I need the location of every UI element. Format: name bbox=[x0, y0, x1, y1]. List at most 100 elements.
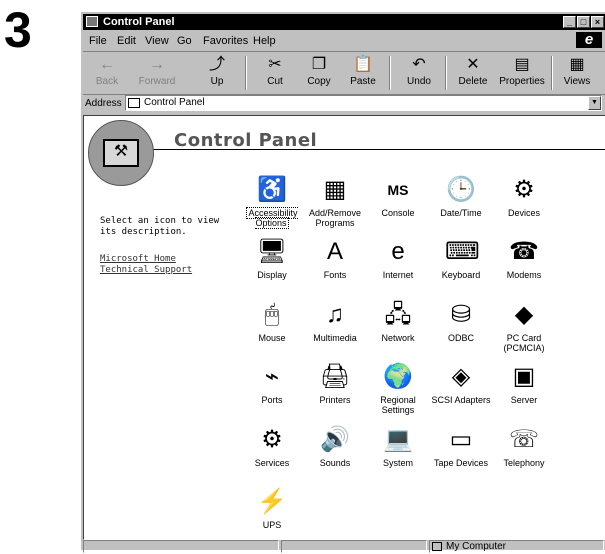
control-panel-item[interactable]: MS Console bbox=[367, 176, 429, 218]
menu-edit[interactable]: Edit bbox=[117, 35, 136, 47]
control-panel-item-label: Multimedia bbox=[313, 333, 357, 343]
scsi-adapters-icon: ◈ bbox=[451, 363, 471, 390]
menu-go[interactable]: Go bbox=[177, 35, 192, 47]
control-panel-item[interactable]: 🌍 Regional Settings bbox=[367, 363, 429, 415]
system-icon: 💻 bbox=[383, 426, 413, 453]
accessibility-icon: ♿ bbox=[257, 176, 287, 203]
services-icon: ⚙ bbox=[261, 426, 283, 453]
control-panel-item-label: SCSI Adapters bbox=[431, 395, 491, 405]
menu-bar: File Edit View Go Favorites Help bbox=[83, 32, 605, 50]
microsoft-home-link[interactable]: Microsoft Home bbox=[100, 254, 240, 265]
chevron-down-icon[interactable]: ▼ bbox=[588, 96, 601, 110]
toolbar-separator bbox=[389, 56, 391, 90]
control-panel-item-label: UPS bbox=[262, 520, 282, 530]
page-title: Control Panel bbox=[174, 130, 318, 151]
forward-arrow-icon: → bbox=[149, 56, 165, 73]
control-panel-item-label: Devices bbox=[507, 208, 540, 218]
control-panel-icon bbox=[86, 16, 98, 27]
address-bar: Address Control Panel ▼ bbox=[83, 95, 605, 113]
control-panel-item-label: Internet bbox=[382, 270, 414, 280]
control-panel-item[interactable]: ⛁ ODBC bbox=[430, 301, 492, 343]
control-panel-item[interactable]: ⌁ Ports bbox=[241, 363, 303, 405]
control-panel-item-label: Add/Remove Programs bbox=[308, 208, 362, 228]
devices-icon: ⚙ bbox=[513, 176, 535, 203]
menu-help[interactable]: Help bbox=[253, 35, 276, 47]
control-panel-item-label: PC Card (PCMCIA) bbox=[503, 333, 545, 353]
control-panel-item[interactable]: ⌨ Keyboard bbox=[430, 238, 492, 280]
multimedia-icon: ♫ bbox=[326, 301, 344, 328]
control-panel-item-label: Sounds bbox=[319, 458, 351, 468]
control-panel-item-label: Server bbox=[510, 395, 538, 405]
properties-button[interactable]: ▤ Properties bbox=[497, 54, 547, 92]
control-panel-item[interactable]: ▣ Server bbox=[493, 363, 555, 405]
control-panel-item[interactable]: ▦ Add/Remove Programs bbox=[304, 176, 366, 228]
sounds-icon: 🔊 bbox=[320, 426, 350, 453]
control-panel-item[interactable]: ◆ PC Card (PCMCIA) bbox=[493, 301, 555, 353]
description-text: Select an icon to view its description. bbox=[100, 216, 220, 237]
control-panel-small-icon bbox=[128, 98, 140, 108]
control-panel-item[interactable]: 🖱 Mouse bbox=[241, 301, 303, 343]
back-button[interactable]: ← Back bbox=[85, 54, 129, 92]
menu-favorites[interactable]: Favorites bbox=[203, 35, 248, 47]
control-panel-item[interactable]: 💻 System bbox=[367, 426, 429, 468]
cut-button[interactable]: ✂ Cut bbox=[253, 54, 297, 92]
status-pane-main bbox=[83, 540, 279, 553]
control-panel-window: Control Panel _ □ × File Edit View Go Fa… bbox=[80, 11, 605, 553]
menu-file[interactable]: File bbox=[89, 35, 107, 47]
control-panel-item-label: Accessibility Options bbox=[246, 207, 298, 229]
forward-button[interactable]: → Forward bbox=[135, 54, 179, 92]
info-pane: Select an icon to view its description. … bbox=[100, 216, 240, 276]
ie-logo-icon: e bbox=[576, 32, 602, 48]
control-panel-item[interactable]: ⚙ Devices bbox=[493, 176, 555, 218]
delete-button[interactable]: ✕ Delete bbox=[451, 54, 495, 92]
control-panel-item[interactable]: 🖥 Display bbox=[241, 238, 303, 280]
control-panel-item-label: Network bbox=[381, 333, 415, 343]
up-button[interactable]: ⤴ Up bbox=[195, 54, 239, 92]
technical-support-link[interactable]: Technical Support bbox=[100, 265, 240, 276]
control-panel-item[interactable]: ☏ Telephony bbox=[493, 426, 555, 468]
title-bar[interactable]: Control Panel _ □ × bbox=[83, 14, 605, 30]
paste-button[interactable]: 📋 Paste bbox=[341, 54, 385, 92]
my-computer-icon bbox=[432, 542, 442, 551]
keyboard-icon: ⌨ bbox=[445, 238, 480, 265]
control-panel-item[interactable]: 🖨 Printers bbox=[304, 363, 366, 405]
control-panel-item-label: Ports bbox=[261, 395, 283, 405]
views-button[interactable]: ▦ Views bbox=[555, 54, 599, 92]
add-remove-programs-icon: ▦ bbox=[323, 176, 347, 203]
control-panel-folder-icon: ⚒ bbox=[88, 120, 154, 186]
control-panel-item-label: Fonts bbox=[323, 270, 347, 280]
toolbar-separator bbox=[445, 56, 447, 90]
display-icon: 🖥 bbox=[256, 238, 288, 265]
control-panel-item[interactable]: ⚡ UPS bbox=[241, 488, 303, 530]
telephony-icon: ☏ bbox=[508, 426, 539, 453]
scissors-icon: ✂ bbox=[268, 56, 282, 73]
control-panel-item-label: System bbox=[382, 458, 413, 468]
control-panel-item[interactable]: e Internet bbox=[367, 238, 429, 280]
window-title: Control Panel bbox=[103, 16, 175, 28]
menu-view[interactable]: View bbox=[145, 35, 169, 47]
control-panel-item[interactable]: 🔊 Sounds bbox=[304, 426, 366, 468]
close-button[interactable]: × bbox=[591, 16, 604, 28]
address-field[interactable]: Control Panel ▼ bbox=[125, 95, 602, 111]
copy-button[interactable]: ❐ Copy bbox=[297, 54, 341, 92]
undo-button[interactable]: ↶ Undo bbox=[397, 54, 441, 92]
pc-card-icon: ◆ bbox=[514, 301, 534, 328]
mouse-icon: 🖱 bbox=[264, 301, 280, 328]
back-arrow-icon: ← bbox=[99, 56, 115, 73]
clipboard-icon: 📋 bbox=[353, 56, 373, 73]
control-panel-item[interactable]: ▭ Tape Devices bbox=[430, 426, 492, 468]
minimize-button[interactable]: _ bbox=[563, 16, 576, 28]
undo-icon: ↶ bbox=[412, 56, 426, 73]
control-panel-item[interactable]: ♫ Multimedia bbox=[304, 301, 366, 343]
ups-icon: ⚡ bbox=[257, 488, 287, 515]
address-value[interactable]: Control Panel bbox=[144, 97, 205, 108]
control-panel-item[interactable]: ◈ SCSI Adapters bbox=[430, 363, 492, 405]
control-panel-item[interactable]: ♿ Accessibility Options bbox=[241, 176, 303, 229]
ports-icon: ⌁ bbox=[264, 363, 280, 390]
control-panel-item[interactable]: ⚙ Services bbox=[241, 426, 303, 468]
control-panel-item[interactable]: 🖧 Network bbox=[367, 301, 429, 343]
control-panel-item[interactable]: 🕒 Date/Time bbox=[430, 176, 492, 218]
maximize-button[interactable]: □ bbox=[577, 16, 590, 28]
control-panel-item[interactable]: A Fonts bbox=[304, 238, 366, 280]
control-panel-item[interactable]: ☎ Modems bbox=[493, 238, 555, 280]
